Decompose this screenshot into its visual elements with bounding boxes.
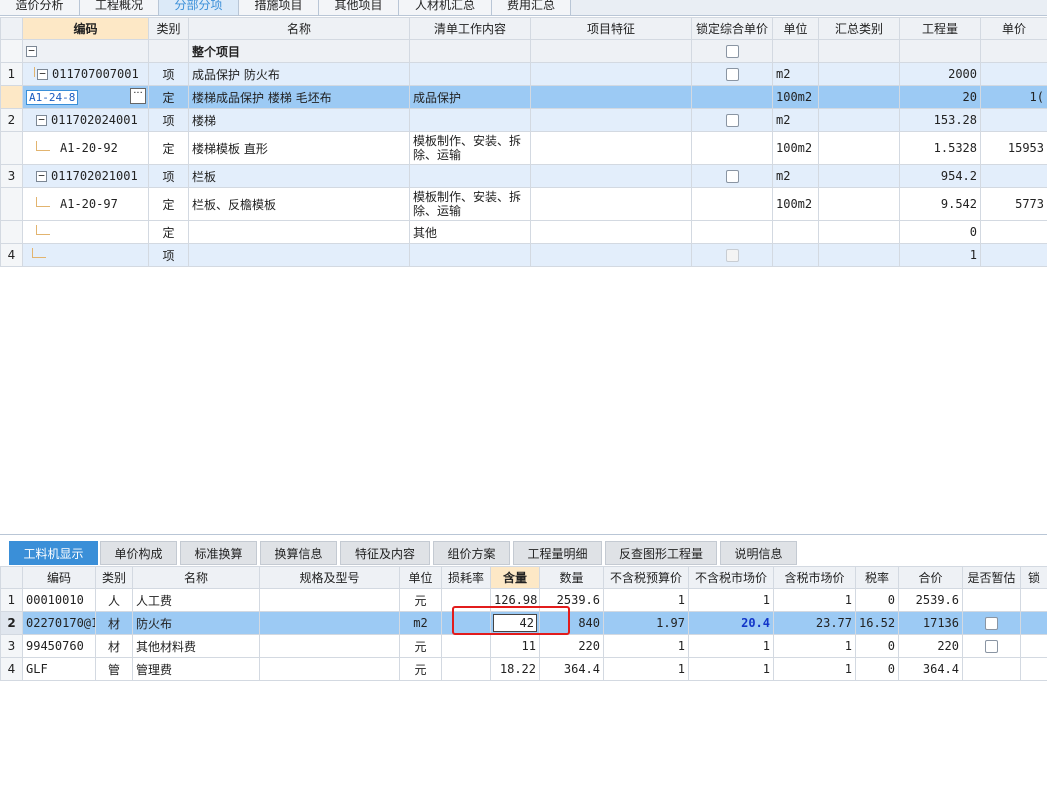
tab-other-items[interactable]: 其他项目 [319,0,399,15]
header-type[interactable]: 类别 [95,566,133,589]
minus-box-icon[interactable]: − [36,170,47,182]
lock-checkbox[interactable] [725,68,739,81]
provisional-checkbox[interactable] [985,640,998,653]
ellipsis-icon[interactable]: ··· [130,88,146,104]
lock-checkbox[interactable] [725,45,739,58]
header-unit-price[interactable]: 单价 [980,17,1047,40]
item-grid: 编码 类别 名称 清单工作内容 项目特征 锁定综合单价 单位 汇总类别 工程量 … [0,17,1047,267]
header-budget-price[interactable]: 不含税预算价 [603,566,689,589]
header-name[interactable]: 名称 [188,17,410,40]
highlight-box [452,606,570,635]
minus-box-icon[interactable]: − [36,114,47,126]
table-row-selected[interactable]: A1-24-8 ··· 定 楼梯成品保护 楼梯 毛坯布 成品保护 100m2 20… [0,85,1047,109]
tab-description-info[interactable]: 说明信息 [720,541,797,565]
tab-conversion-info[interactable]: 换算信息 [260,541,337,565]
item-grid-header: 编码 类别 名称 清单工作内容 项目特征 锁定综合单价 单位 汇总类别 工程量 … [0,17,1047,40]
tab-standard-conversion[interactable]: 标准换算 [180,541,257,565]
root-row[interactable]: − 整个项目 [0,39,1047,63]
lock-checkbox [725,249,739,262]
header-quantity[interactable]: 工程量 [899,17,981,40]
header-code[interactable]: 编码 [22,17,149,40]
table-row[interactable]: 2 −011702024001 项 楼梯 m2 153.28 [0,108,1047,132]
header-market-price-tax[interactable]: 含税市场价 [773,566,856,589]
header-name[interactable]: 名称 [132,566,260,589]
table-row[interactable]: 1 −011707007001 项 成品保护 防火布 m2 2000 [0,62,1047,86]
labor-grid-header: 编码 类别 名称 规格及型号 单位 损耗率 含量 数量 不含税预算价 不含税市场… [0,566,1047,589]
header-work-content[interactable]: 清单工作内容 [409,17,531,40]
header-type[interactable]: 类别 [148,17,189,40]
tab-labor-material-summary[interactable]: 人材机汇总 [399,0,492,15]
table-row[interactable]: 4 GLF 管 管理费 元 18.22 364.4 1 1 1 0 364.4 [0,657,1047,681]
bottom-tab-bar: 工料机显示 单价构成 标准换算 换算信息 特征及内容 组价方案 工程量明细 反查… [0,534,1047,565]
tab-pricing-scheme[interactable]: 组价方案 [433,541,510,565]
minus-box-icon[interactable]: − [26,45,37,57]
code-edit-input[interactable]: A1-24-8 [26,89,79,105]
header-market-price[interactable]: 不含税市场价 [688,566,774,589]
header-unit[interactable]: 单位 [772,17,819,40]
tab-graphic-quantity-lookup[interactable]: 反查图形工程量 [605,541,717,565]
lock-checkbox[interactable] [725,170,739,183]
tab-quantity-detail[interactable]: 工程量明细 [513,541,602,565]
minus-box-icon[interactable]: − [37,68,48,80]
header-unit[interactable]: 单位 [399,566,442,589]
header-spec[interactable]: 规格及型号 [259,566,400,589]
table-row[interactable]: 定 其他 0 [0,220,1047,244]
lock-checkbox[interactable] [725,114,739,127]
table-row[interactable]: 3 99450760 材 其他材料费 元 11 220 1 1 1 0 220 [0,634,1047,658]
header-content[interactable]: 含量 [490,566,540,589]
header-summary-type[interactable]: 汇总类别 [818,17,900,40]
table-row[interactable]: 4 项 1 [0,243,1047,267]
header-provisional[interactable]: 是否暂估 [962,566,1021,589]
header-features[interactable]: 项目特征 [530,17,692,40]
root-label: 整个项目 [188,39,410,63]
header-tax-rate[interactable]: 税率 [855,566,899,589]
tab-cost-analysis[interactable]: 造价分析 [0,0,80,15]
tab-project-overview[interactable]: 工程概况 [80,0,159,15]
header-code[interactable]: 编码 [22,566,96,589]
tab-features-content[interactable]: 特征及内容 [340,541,430,565]
header-quantity[interactable]: 数量 [539,566,604,589]
tab-price-composition[interactable]: 单价构成 [100,541,177,565]
header-total[interactable]: 合价 [898,566,963,589]
tab-labor-material-display[interactable]: 工料机显示 [9,541,98,565]
provisional-checkbox[interactable] [985,617,998,630]
tab-measures[interactable]: 措施项目 [239,0,319,15]
tab-sub-items[interactable]: 分部分项 [159,0,239,15]
table-row[interactable]: 3 −011702021001 项 栏板 m2 954.2 [0,164,1047,188]
table-row[interactable]: A1-20-97 定 栏板、反檐模板 模板制作、安装、拆除、运输 100m2 9… [0,187,1047,221]
header-lock[interactable]: 锁 [1020,566,1047,589]
tab-fee-summary[interactable]: 费用汇总 [492,0,571,15]
header-lock-price[interactable]: 锁定综合单价 [691,17,773,40]
header-rownum [0,17,23,40]
top-tab-bar: 造价分析 工程概况 分部分项 措施项目 其他项目 人材机汇总 费用汇总 [0,0,1047,16]
header-loss-rate[interactable]: 损耗率 [441,566,491,589]
table-row[interactable]: A1-20-92 定 楼梯模板 直形 模板制作、安装、拆除、运输 100m2 1… [0,131,1047,165]
